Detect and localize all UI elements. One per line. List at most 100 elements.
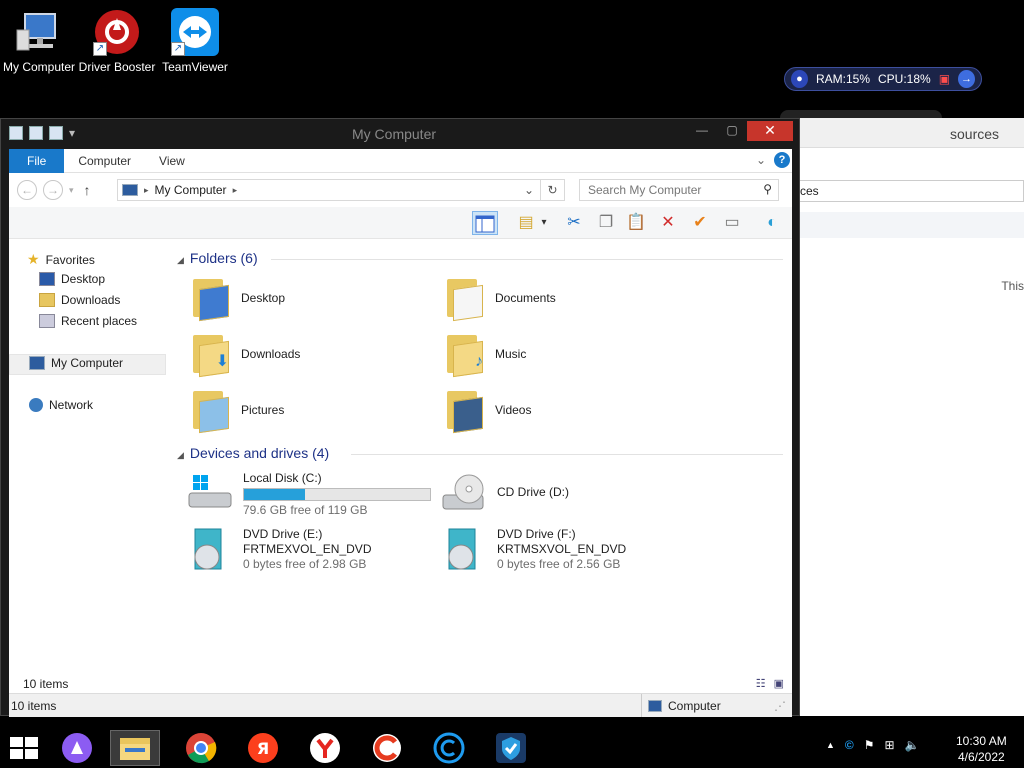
- performance-widget[interactable]: ● RAM:15% CPU:18% ▣ →: [784, 67, 982, 91]
- preview-pane-button[interactable]: [472, 211, 498, 235]
- drive-item-c[interactable]: Local Disk (C:) 79.6 GB free of 119 GB: [187, 471, 431, 518]
- cut-icon[interactable]: ✂: [561, 211, 587, 235]
- dvd-drive-icon: [441, 527, 487, 570]
- nav-label: Desktop: [61, 272, 106, 286]
- pictures-folder-icon: [189, 389, 231, 434]
- help-button[interactable]: ?: [774, 152, 790, 168]
- taskbar-chrome[interactable]: [176, 730, 226, 766]
- folder-item-desktop[interactable]: Desktop: [189, 277, 285, 322]
- taskbar-security[interactable]: [486, 730, 536, 766]
- new-folder-icon[interactable]: [49, 126, 63, 140]
- forward-button[interactable]: →: [43, 180, 63, 200]
- properties-icon[interactable]: [29, 126, 43, 140]
- drive-item-f[interactable]: DVD Drive (F:) KRTMSXVOL_EN_DVD 0 bytes …: [441, 527, 626, 572]
- start-button[interactable]: [10, 737, 38, 759]
- minimize-button[interactable]: —: [687, 121, 717, 141]
- breadcrumb[interactable]: My Computer: [155, 183, 227, 197]
- up-button[interactable]: ↑: [84, 182, 91, 198]
- recent-locations-icon[interactable]: ▾: [69, 185, 74, 196]
- folder-label: Documents: [495, 291, 556, 305]
- ribbon-tabs: File Computer View ⌄ ?: [9, 148, 792, 173]
- drives-group-header[interactable]: ◢ Devices and drives (4): [177, 445, 329, 461]
- expand-ribbon-icon[interactable]: ⌄: [756, 153, 766, 167]
- ccleaner-tray-icon[interactable]: ©: [845, 738, 854, 752]
- folder-options-icon[interactable]: ▤: [513, 211, 539, 235]
- details-view-icon[interactable]: ☷: [756, 677, 766, 690]
- resize-grip-icon[interactable]: ⋰: [774, 699, 786, 713]
- nav-downloads[interactable]: Downloads: [39, 293, 120, 307]
- record-icon[interactable]: ▣: [939, 72, 950, 86]
- folder-item-documents[interactable]: Documents: [443, 277, 556, 322]
- nav-my-computer[interactable]: My Computer: [29, 356, 123, 370]
- drive-label: Local Disk (C:): [243, 471, 322, 485]
- drive-label: DVD Drive (E:): [243, 527, 323, 541]
- title-bar[interactable]: ▾ My Computer — ▢ ✕: [1, 119, 799, 149]
- nav-network[interactable]: Network: [29, 398, 93, 412]
- taskbar-alice[interactable]: [52, 730, 102, 766]
- rename-icon[interactable]: ▭: [719, 211, 745, 235]
- folder-label: Music: [495, 347, 527, 361]
- address-dropdown-icon[interactable]: ⌄: [524, 183, 534, 197]
- security-shield-icon: [496, 733, 526, 763]
- documents-folder-icon: [443, 277, 485, 322]
- tab-computer[interactable]: Computer: [64, 149, 145, 173]
- computer-small-icon: [122, 184, 138, 196]
- delete-icon[interactable]: ✕: [655, 211, 681, 235]
- folder-item-music[interactable]: ♪ Music: [443, 333, 527, 378]
- computer-small-icon: [648, 700, 662, 712]
- refresh-button[interactable]: ↻: [541, 179, 565, 201]
- back-button[interactable]: ←: [17, 180, 37, 200]
- search-icon[interactable]: ⚲: [763, 182, 772, 196]
- tab-file[interactable]: File: [9, 148, 65, 173]
- collapse-triangle-icon[interactable]: ◢: [177, 255, 184, 265]
- tab-view[interactable]: View: [145, 149, 199, 173]
- folder-item-downloads[interactable]: ⬇ Downloads: [189, 333, 300, 378]
- breadcrumb-separator-icon[interactable]: ▸: [144, 185, 149, 196]
- taskbar-yandex-browser[interactable]: Я: [238, 730, 288, 766]
- checkmark-icon[interactable]: ✔: [687, 211, 713, 235]
- nav-desktop[interactable]: Desktop: [39, 272, 105, 286]
- large-icons-view-icon[interactable]: ▣: [774, 677, 784, 690]
- volume-muted-icon[interactable]: 🔈: [905, 738, 920, 752]
- taskbar-file-explorer[interactable]: [110, 730, 160, 766]
- desktop-icon-driver-booster[interactable]: ↗ Driver Booster: [78, 8, 156, 74]
- teamviewer-icon: ↗: [171, 8, 219, 56]
- collapse-triangle-icon[interactable]: ◢: [177, 450, 184, 460]
- taskbar-ccleaner[interactable]: [362, 730, 412, 766]
- arrow-right-icon[interactable]: →: [958, 70, 975, 88]
- breadcrumb-separator-icon[interactable]: ▸: [233, 185, 238, 196]
- maximize-button[interactable]: ▢: [717, 121, 747, 141]
- flag-icon[interactable]: ⚑: [864, 738, 875, 752]
- close-button[interactable]: ✕: [747, 121, 793, 141]
- drive-item-d[interactable]: CD Drive (D:): [441, 473, 569, 513]
- chevron-down-icon[interactable]: ▾: [537, 211, 551, 235]
- chevron-down-icon[interactable]: ▾: [69, 126, 75, 140]
- nav-recent-places[interactable]: Recent places: [39, 314, 137, 328]
- taskbar-ccleaner-cloud[interactable]: [424, 730, 474, 766]
- paste-icon[interactable]: 📋: [623, 211, 649, 235]
- background-window-address[interactable]: rces: [796, 180, 1024, 202]
- show-hidden-icons-icon[interactable]: ▲: [826, 740, 835, 750]
- shell-icon[interactable]: ◐: [759, 211, 785, 235]
- desktop-icon-teamviewer[interactable]: ↗ TeamViewer: [156, 8, 234, 74]
- taskbar-yandex[interactable]: [300, 730, 350, 766]
- network-tray-icon[interactable]: ⊞: [885, 738, 895, 752]
- search-input[interactable]: Search My Computer ⚲: [579, 179, 779, 201]
- folder-item-pictures[interactable]: Pictures: [189, 389, 284, 434]
- background-window[interactable]: sources rces This: [796, 118, 1024, 716]
- taskbar-clock[interactable]: 10:30 AM 4/6/2022: [956, 733, 1007, 765]
- address-bar[interactable]: ▸ My Computer ▸ ⌄: [117, 179, 541, 201]
- drive-volume-label: KRTMSXVOL_EN_DVD: [497, 542, 627, 556]
- nav-favorites[interactable]: ★ Favorites: [27, 251, 95, 268]
- copy-icon[interactable]: ❐: [593, 211, 619, 235]
- folders-group-header[interactable]: ◢ Folders (6): [177, 250, 258, 266]
- explorer-window[interactable]: ▾ My Computer — ▢ ✕ File Computer View ⌄…: [0, 118, 800, 717]
- computer-icon: [15, 8, 63, 56]
- drive-label: CD Drive (D:): [497, 485, 569, 499]
- desktop-icon-my-computer[interactable]: My Computer: [0, 8, 78, 74]
- computer-small-icon[interactable]: [9, 126, 23, 140]
- drive-item-e[interactable]: DVD Drive (E:) FRTMEXVOL_EN_DVD 0 bytes …: [187, 527, 371, 572]
- folder-item-videos[interactable]: Videos: [443, 389, 531, 434]
- command-toolbar: ▤ ▾ ✂ ❐ 📋 ✕ ✔ ▭ ◐: [9, 207, 792, 239]
- group-divider: [271, 259, 783, 260]
